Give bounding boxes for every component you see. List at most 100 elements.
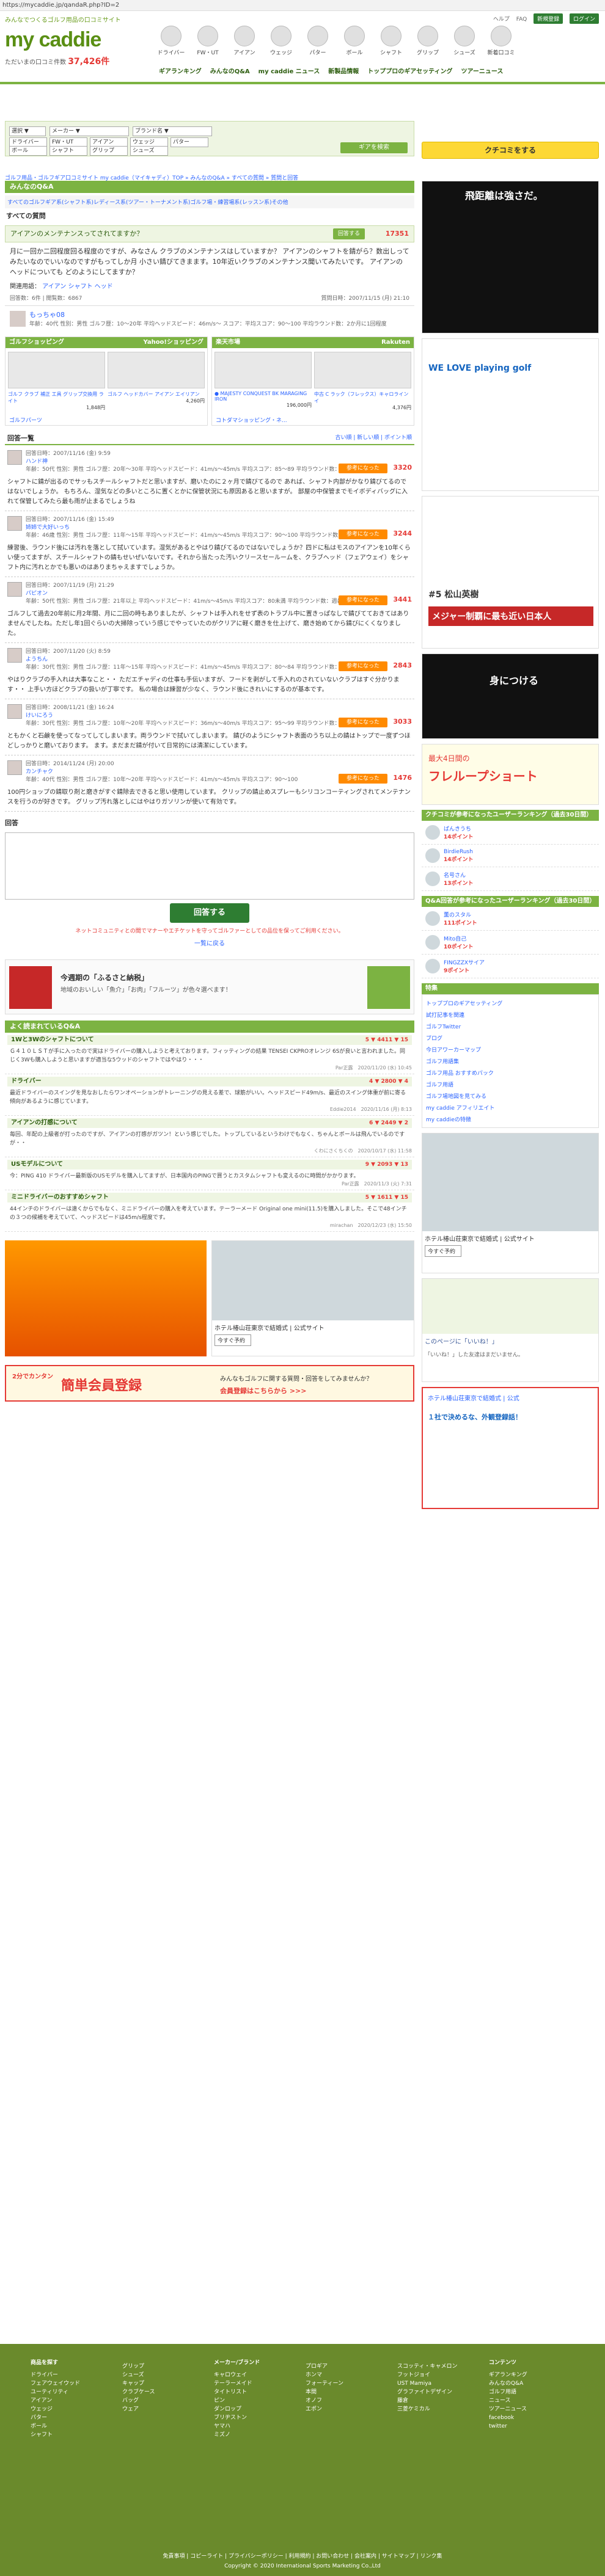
nav-tour-news[interactable]: ツアーニュース	[461, 66, 503, 75]
nav-new-products[interactable]: 新製品情報	[328, 66, 359, 75]
cat-new[interactable]: 新着口コミ	[483, 26, 519, 56]
ranking-item[interactable]: ばんきうち 14ポイント	[422, 821, 599, 845]
nav-qa[interactable]: みんなのQ&A	[210, 66, 250, 75]
feature-menu-item[interactable]: ゴルフTwitter	[422, 1021, 598, 1032]
qa-tags[interactable]: すべてのゴルフギア系(シャフト系)レディース系(ツアー・トーナメント系)ゴルフ場…	[5, 195, 414, 208]
nav-ranking[interactable]: ギアランキング	[159, 66, 202, 75]
rakuten-ad-link[interactable]: コトダマショッピング・ネ...	[212, 415, 414, 425]
filter-ball[interactable]: ボール	[9, 146, 47, 156]
footer-link[interactable]: ダンロップ	[214, 2405, 260, 2414]
helpful-button[interactable]: 参考になった	[339, 661, 387, 671]
event-banner[interactable]	[5, 1240, 207, 1356]
driver-ad[interactable]: 飛距離は強さだ。	[422, 181, 599, 333]
helpful-button[interactable]: 参考になった	[339, 718, 387, 727]
maker-select[interactable]: メーカー ▼	[50, 126, 129, 136]
related-qa-title[interactable]: ミニドライバーのおすすめシャフト 5 ▼ 1611 ▼ 15	[7, 1193, 412, 1202]
footer-link[interactable]: ウェッジ	[31, 2405, 80, 2414]
hotel-banner[interactable]: ホテル椿山荘東京で結婚式 | 公式サイト 今すぐ予約	[211, 1240, 414, 1356]
helpful-button[interactable]: 参考になった	[339, 464, 387, 473]
related-qa-item[interactable]: 1Wと3Wのシャフトについて 5 ▼ 4411 ▼ 15 Ｇ４１０ＬＳＴが手に入っ…	[5, 1033, 414, 1074]
feature-menu-item[interactable]: 今日アワーカーマップ	[422, 1044, 598, 1055]
footer-link[interactable]: クラブケース	[122, 2388, 155, 2396]
feature-menu-item[interactable]: ゴルフ場地図を見てみる	[422, 1090, 598, 1102]
answer-sort[interactable]: 古い順 | 新しい順 | ポイント順	[335, 433, 412, 443]
helpful-button[interactable]: 参考になった	[339, 774, 387, 784]
feature-menu-item[interactable]: トッププロのギアセッティング	[422, 997, 598, 1009]
submit-answer-button[interactable]: 回答する	[170, 903, 249, 923]
footer-link[interactable]: facebook	[489, 2414, 527, 2422]
yahoo-ad-link[interactable]: ゴルフパーツ	[6, 415, 207, 425]
footer-link[interactable]: テーラーメイド	[214, 2379, 260, 2388]
product-card[interactable]: 中古 C ラック（フレックス）キャロラインイ 4,376円	[314, 352, 411, 411]
brand-select[interactable]: ブランド名 ▼	[133, 126, 212, 136]
ranking-item[interactable]: FINGZZXサイア 9ポイント	[422, 955, 599, 978]
sponsored-ad[interactable]: ホテル椿山荘東京で結婚式 | 公式 １社で決めるな、外観登録話！	[422, 1387, 599, 1509]
signup-banner[interactable]: 2分でカンタン 簡単会員登録 みんなもゴルフに関する質問・回答をしてみませんか？…	[5, 1365, 414, 1402]
footer-link[interactable]: UST Mamiya	[397, 2379, 457, 2388]
hotel-sidebar-ad[interactable]: ホテル椿山荘東京で結婚式 | 公式サイト 今すぐ予約	[422, 1133, 599, 1273]
matsuyama-ad[interactable]: #5 松山英樹 メジャー制覇に最も近い日本人	[422, 496, 599, 649]
post-review-button[interactable]: クチコミをする	[422, 142, 599, 159]
feature-menu-item[interactable]: ブログ	[422, 1032, 598, 1044]
gear-search-button[interactable]: ギアを検索	[340, 142, 408, 153]
product-card[interactable]: ゴルフ ヘッドカバー アイアン エイリアン 4,260円	[108, 352, 205, 411]
footer-link[interactable]: ニュース	[489, 2396, 527, 2405]
footer-link[interactable]: フォーティーン	[306, 2379, 343, 2388]
login-button[interactable]: ログイン	[569, 13, 599, 24]
help-link[interactable]: ヘルプ	[493, 16, 510, 23]
feature-menu-item[interactable]: ゴルフ用語	[422, 1079, 598, 1090]
nav-pro-gear[interactable]: トッププロのギアセッティング	[367, 66, 452, 75]
asker-name[interactable]: もっちゃ08	[29, 310, 409, 319]
feature-menu-item[interactable]: my caddieの特徴	[422, 1113, 598, 1125]
term-head-link[interactable]: ヘッド	[95, 283, 113, 290]
related-qa-item[interactable]: ドライバー 4 ▼ 2800 ▼ 4 最近ドライバーのスイングを見なおしたらワンオ…	[5, 1074, 414, 1116]
travel-ad[interactable]: 最大4日間の フレループショート	[422, 744, 599, 805]
footer-link[interactable]: フットジョイ	[397, 2371, 457, 2379]
footer-link[interactable]: ホンマ	[306, 2371, 343, 2379]
nav-news[interactable]: my caddie ニュース	[258, 66, 320, 75]
product-card[interactable]: ● MAJESTY CONQUEST BK MARAGING IRON 196,0…	[215, 352, 312, 411]
term-shaft-link[interactable]: シャフト	[68, 283, 92, 290]
footer-link[interactable]: スコッティ・キャメロン	[397, 2362, 457, 2371]
footer-link[interactable]: バッグ	[122, 2396, 155, 2405]
footer-link[interactable]: グラファイトデザイン	[397, 2388, 457, 2396]
footer-link[interactable]: twitter	[489, 2422, 527, 2431]
back-to-list[interactable]: 一覧に戻る	[5, 938, 414, 947]
footer-link[interactable]: アイアン	[31, 2396, 80, 2405]
footer-link[interactable]: ユーティリティ	[31, 2388, 80, 2396]
footer-link[interactable]: フェアウェイウッド	[31, 2379, 80, 2388]
related-qa-item[interactable]: アイアンの打感について 6 ▼ 2449 ▼ 2 毎回、年配の上級者が打ったのです…	[5, 1116, 414, 1157]
footer-link[interactable]: ドライバー	[31, 2371, 80, 2379]
filter-shoes[interactable]: シューズ	[130, 146, 168, 156]
footer-link[interactable]: ミズノ	[214, 2431, 260, 2439]
feature-menu-item[interactable]: 試打記事を関連	[422, 1009, 598, 1021]
footer-link[interactable]: ピン	[214, 2396, 260, 2405]
faq-link[interactable]: FAQ	[516, 16, 527, 23]
filter-putter[interactable]: パター	[170, 137, 208, 147]
address-bar[interactable]: https://mycaddie.jp/qandaR.php?ID=2	[0, 0, 605, 11]
taylormade-ad[interactable]: WE LOVE playing golf	[422, 338, 599, 491]
cat-grip[interactable]: グリップ	[409, 26, 446, 56]
cat-putter[interactable]: パター	[299, 26, 336, 56]
footer-link[interactable]: ブリヂストン	[214, 2414, 260, 2422]
ranking-item[interactable]: 薫のスタル 111ポイント	[422, 907, 599, 931]
footer-link[interactable]: キャップ	[122, 2379, 155, 2388]
cat-ball[interactable]: ボール	[336, 26, 373, 56]
cat-iron[interactable]: アイアン	[226, 26, 263, 56]
footer-link[interactable]: オノフ	[306, 2396, 343, 2405]
footer-link[interactable]: パター	[31, 2414, 80, 2422]
filter-grip[interactable]: グリップ	[90, 146, 128, 156]
footer-link[interactable]: キャロウェイ	[214, 2371, 260, 2379]
footer-link[interactable]: ギアランキング	[489, 2371, 527, 2379]
answer-button[interactable]: 回答する	[332, 228, 365, 239]
cat-driver[interactable]: ドライバー	[153, 26, 189, 56]
cat-fw[interactable]: FW・UT	[189, 26, 226, 56]
filter-shaft[interactable]: シャフト	[50, 146, 87, 156]
footer-link[interactable]: プロギア	[306, 2362, 343, 2371]
term-iron-link[interactable]: アイアン	[42, 283, 66, 290]
helpful-button[interactable]: 参考になった	[339, 529, 387, 539]
ranking-item[interactable]: Mito自己 10ポイント	[422, 931, 599, 955]
feature-menu-item[interactable]: ゴルフ用語集	[422, 1055, 598, 1067]
related-qa-title[interactable]: アイアンの打感について 6 ▼ 2449 ▼ 2	[7, 1118, 412, 1128]
feature-menu-item[interactable]: my caddie アフィリエイト	[422, 1102, 598, 1113]
